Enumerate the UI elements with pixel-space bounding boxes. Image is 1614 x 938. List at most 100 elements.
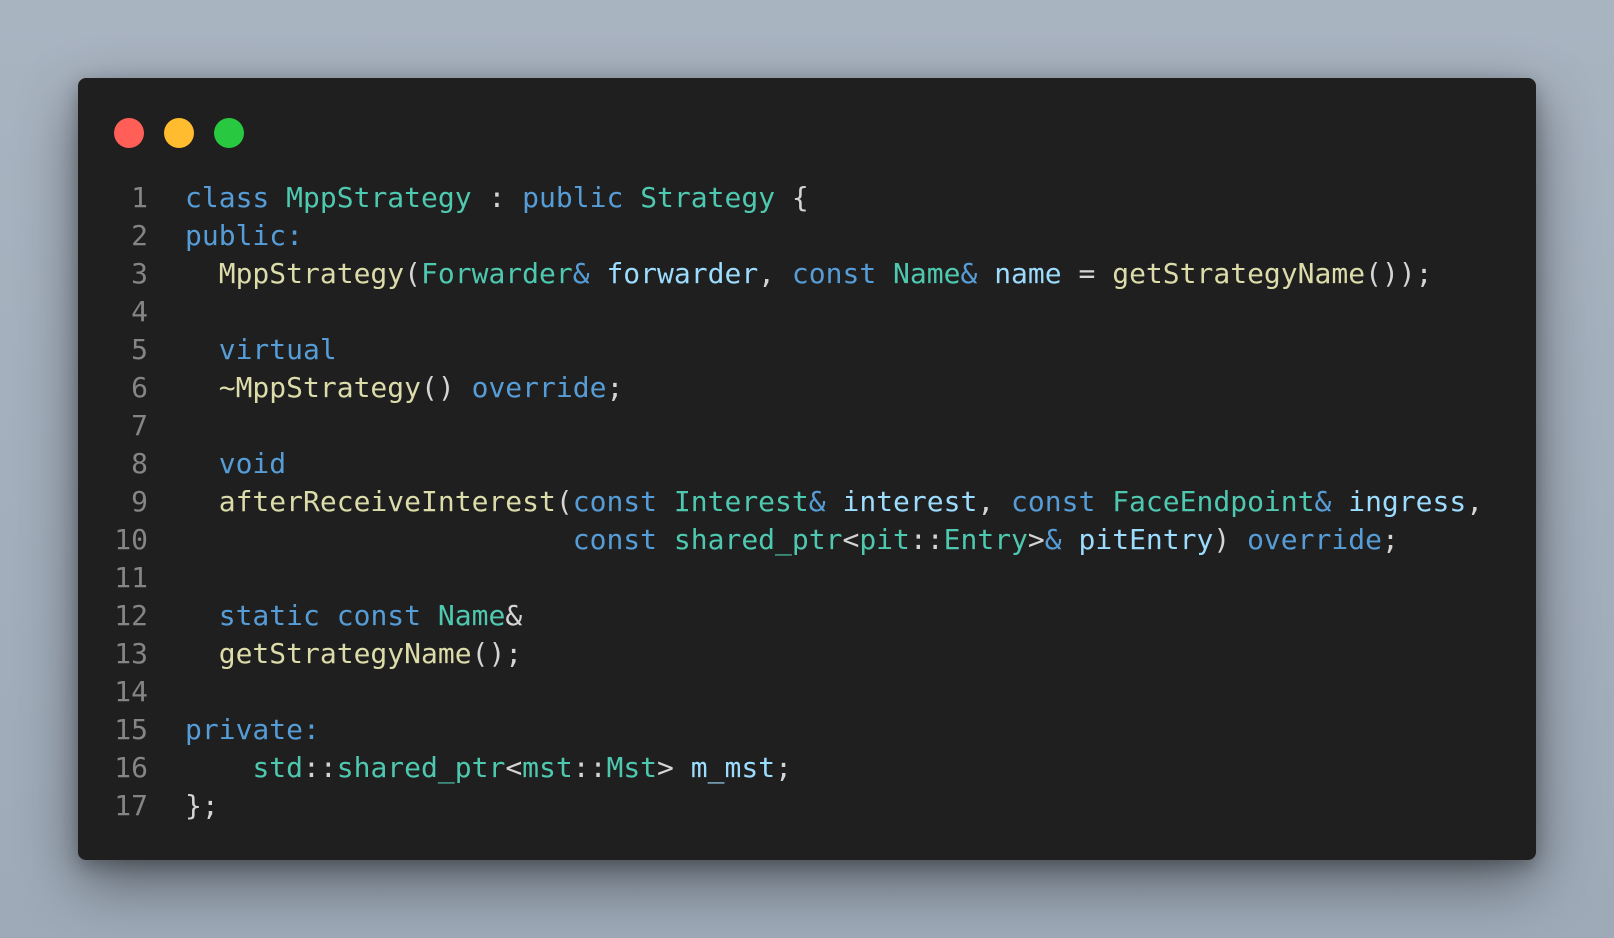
code-token: FaceEndpoint xyxy=(1112,485,1315,518)
code-token: virtual xyxy=(218,333,337,366)
maximize-button[interactable] xyxy=(214,118,244,148)
code-token: ()); xyxy=(1365,257,1433,290)
code-token: () xyxy=(421,371,472,404)
code-line: 16 std::shared_ptr<mst::Mst> m_mst; xyxy=(78,749,1536,787)
code-token: ( xyxy=(555,485,573,518)
code-line: 1 class MppStrategy : public Strategy { xyxy=(78,179,1536,217)
code-token: public: xyxy=(185,219,304,252)
code-token: ~MppStrategy xyxy=(218,371,422,404)
minimize-button[interactable] xyxy=(164,118,194,148)
line-number: 3 xyxy=(131,257,148,290)
line-number: 7 xyxy=(131,409,148,442)
code-token: pit xyxy=(859,523,910,556)
code-token: Name xyxy=(893,257,961,290)
code-token: & xyxy=(1044,523,1062,556)
code-token: & xyxy=(505,599,523,632)
line-number: 2 xyxy=(131,219,148,252)
code-line: 9 afterReceiveInterest(const Interest& i… xyxy=(78,483,1536,521)
code-token: class xyxy=(185,181,270,214)
code-line: 6 ~MppStrategy() override; xyxy=(78,369,1536,407)
code-token: MppStrategy xyxy=(286,181,472,214)
line-source: class MppStrategy : public Strategy { xyxy=(185,179,809,217)
code-line: 11 xyxy=(78,559,1536,597)
line-source: virtual xyxy=(185,331,337,369)
line-source: }; xyxy=(185,787,219,825)
code-token: public xyxy=(522,181,624,214)
code-token: std xyxy=(252,751,304,784)
code-line: 10 const shared_ptr<pit::Entry>& pitEntr… xyxy=(78,521,1536,559)
line-number: 16 xyxy=(114,751,148,784)
code-token: Interest xyxy=(673,485,809,518)
code-line: 3 MppStrategy(Forwarder& forwarder, cons… xyxy=(78,255,1536,293)
line-source: getStrategyName(); xyxy=(185,635,522,673)
code-token: const xyxy=(336,599,422,632)
code-token: Strategy xyxy=(640,181,776,214)
code-token: > xyxy=(1027,523,1045,556)
code-line: 4 xyxy=(78,293,1536,331)
code-token: { xyxy=(775,181,809,214)
code-token: MppStrategy xyxy=(218,257,405,290)
code-line: 5 virtual xyxy=(78,331,1536,369)
code-token: (); xyxy=(471,637,523,670)
code-token: private: xyxy=(185,713,320,746)
code-token: Entry xyxy=(943,523,1028,556)
line-number: 17 xyxy=(114,789,148,822)
line-source: afterReceiveInterest(const Interest& int… xyxy=(185,483,1483,521)
code-token: name xyxy=(994,257,1062,290)
code-token: ) xyxy=(1213,523,1248,556)
code-token: & xyxy=(572,257,590,290)
line-number: 9 xyxy=(131,485,148,518)
code-token: const xyxy=(572,485,658,518)
code-token: forwarder xyxy=(606,257,759,290)
code-token: pitEntry xyxy=(1078,523,1214,556)
line-number: 12 xyxy=(114,599,148,632)
code-token: ; xyxy=(775,751,792,784)
code-token: & xyxy=(808,485,826,518)
code-token: override xyxy=(1247,523,1382,556)
close-button[interactable] xyxy=(114,118,144,148)
code-token: < xyxy=(505,751,523,784)
code-line: 8 void xyxy=(78,445,1536,483)
line-source: const shared_ptr<pit::Entry>& pitEntry) … xyxy=(185,521,1399,559)
line-number: 1 xyxy=(131,181,148,214)
code-token: < xyxy=(842,523,860,556)
line-source: static const Name& xyxy=(185,597,522,635)
code-line: 14 xyxy=(78,673,1536,711)
code-line: 13 getStrategyName(); xyxy=(78,635,1536,673)
code-token: & xyxy=(960,257,978,290)
code-line: 17}; xyxy=(78,787,1536,825)
code-token: const xyxy=(1011,485,1096,518)
code-token: getStrategyName xyxy=(1112,257,1366,290)
line-number: 14 xyxy=(114,675,148,708)
line-source: private: xyxy=(185,711,320,749)
code-token: :: xyxy=(303,751,337,784)
code-token: & xyxy=(1314,485,1332,518)
code-token: , xyxy=(758,257,792,290)
code-token: interest xyxy=(842,485,978,518)
code-token: mst xyxy=(522,751,573,784)
code-token: void xyxy=(218,447,287,480)
code-token: > xyxy=(657,751,691,784)
line-source: void xyxy=(185,445,286,483)
code-window: 1 class MppStrategy : public Strategy { 2 p… xyxy=(78,78,1536,860)
line-number: 5 xyxy=(131,333,148,366)
code-token: afterReceiveInterest xyxy=(218,485,556,518)
line-number: 13 xyxy=(114,637,148,670)
code-token: ; xyxy=(1381,523,1399,556)
